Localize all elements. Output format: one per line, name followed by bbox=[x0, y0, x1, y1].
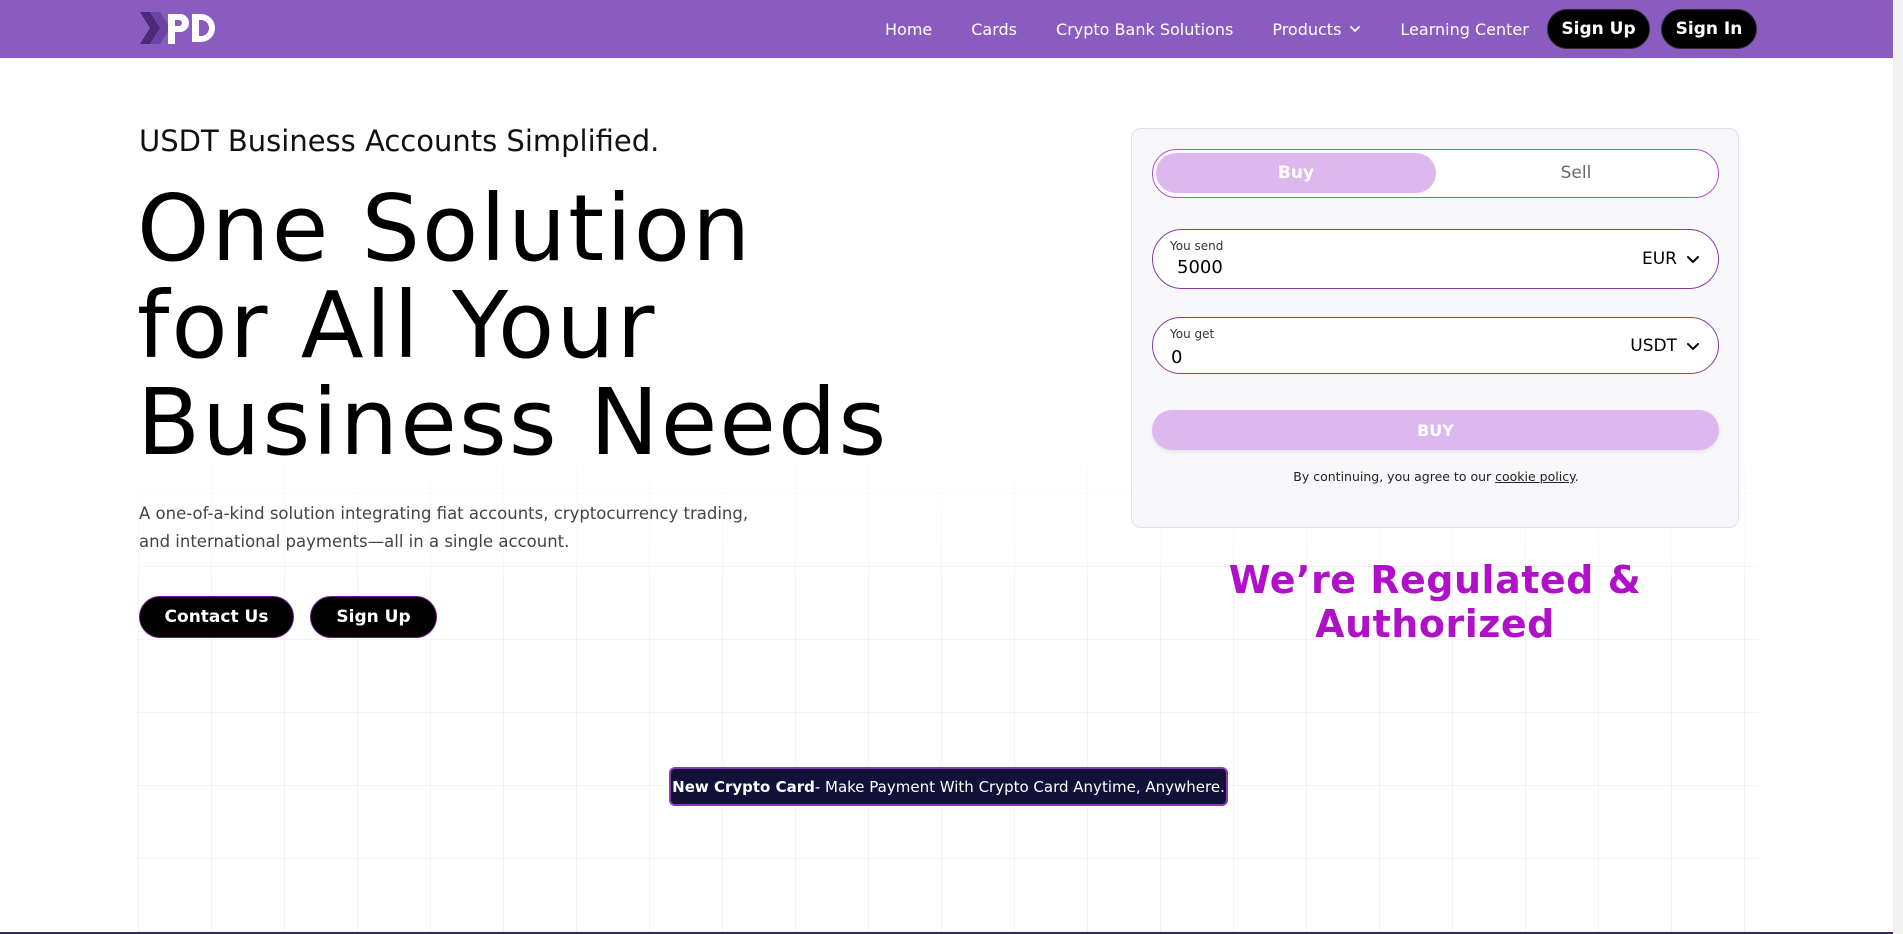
nav-learning-center[interactable]: Learning Center bbox=[1400, 20, 1528, 39]
top-navbar: Home Cards Crypto Bank Solutions Product… bbox=[0, 0, 1893, 58]
chevron-down-icon bbox=[1687, 256, 1699, 264]
get-amount-input[interactable] bbox=[1171, 347, 1577, 368]
buy-sell-toggle: Buy Sell bbox=[1152, 149, 1719, 198]
headline-line-1: One Solution bbox=[137, 175, 753, 282]
exchange-widget: Buy Sell You send EUR You get USDT BUY B… bbox=[1131, 128, 1739, 528]
nav-learning-center-label: Learning Center bbox=[1400, 19, 1529, 39]
send-label: You send bbox=[1170, 239, 1224, 253]
header-signin-button[interactable]: Sign In bbox=[1661, 9, 1757, 49]
header-signup-button[interactable]: Sign Up bbox=[1547, 9, 1650, 49]
nav-crypto-bank-solutions[interactable]: Crypto Bank Solutions bbox=[1056, 20, 1233, 39]
tab-sell[interactable]: Sell bbox=[1436, 153, 1716, 193]
regulated-heading: We’re Regulated & Authorized bbox=[1228, 558, 1642, 646]
nav-products-label: Products bbox=[1272, 19, 1342, 39]
promo-text: - Make Payment With Crypto Card Anytime,… bbox=[814, 777, 1225, 796]
hero-eyebrow: USDT Business Accounts Simplified. bbox=[139, 124, 660, 158]
get-currency-select[interactable]: USDT bbox=[1630, 318, 1700, 373]
nav-crypto-bank-solutions-label: Crypto Bank Solutions bbox=[1056, 19, 1234, 39]
hero-description: A one-of-a-kind solution integrating fia… bbox=[139, 504, 749, 551]
nav-cards-label: Cards bbox=[971, 19, 1018, 39]
main-nav: Home Cards Crypto Bank Solutions Product… bbox=[885, 0, 1568, 58]
nav-products[interactable]: Products bbox=[1272, 20, 1361, 39]
xpd-logo[interactable] bbox=[138, 8, 220, 48]
chevron-down-icon bbox=[1350, 26, 1361, 33]
get-currency-label: USDT bbox=[1630, 335, 1677, 356]
get-label: You get bbox=[1170, 327, 1215, 341]
hero-signup-button[interactable]: Sign Up bbox=[310, 596, 437, 638]
send-amount-input[interactable] bbox=[1171, 257, 1583, 278]
hero-headline: One Solution for All Your Business Needs bbox=[137, 180, 888, 471]
nav-home[interactable]: Home bbox=[885, 20, 932, 39]
promo-banner[interactable]: New Crypto Card - Make Payment With Cryp… bbox=[669, 767, 1228, 806]
promo-title: New Crypto Card bbox=[672, 777, 815, 796]
get-field: You get USDT bbox=[1152, 317, 1719, 374]
headline-line-3: Business Needs bbox=[137, 369, 889, 476]
buy-button[interactable]: BUY bbox=[1152, 410, 1719, 450]
nav-cards[interactable]: Cards bbox=[971, 20, 1017, 39]
send-currency-select[interactable]: EUR bbox=[1642, 230, 1700, 288]
consent-text: By continuing, you agree to our cookie p… bbox=[1132, 469, 1740, 484]
tab-buy[interactable]: Buy bbox=[1156, 153, 1436, 193]
consent-prefix: By continuing, you agree to our bbox=[1293, 469, 1496, 484]
send-field: You send EUR bbox=[1152, 229, 1719, 289]
headline-line-2: for All Your bbox=[137, 272, 657, 379]
page-scrollbar[interactable] bbox=[1893, 0, 1903, 934]
cookie-policy-link[interactable]: cookie policy bbox=[1495, 469, 1575, 484]
chevron-down-icon bbox=[1687, 342, 1699, 350]
consent-suffix: . bbox=[1574, 469, 1579, 484]
nav-home-label: Home bbox=[885, 19, 933, 39]
send-currency-label: EUR bbox=[1642, 249, 1677, 269]
contact-us-button[interactable]: Contact Us bbox=[139, 596, 294, 638]
